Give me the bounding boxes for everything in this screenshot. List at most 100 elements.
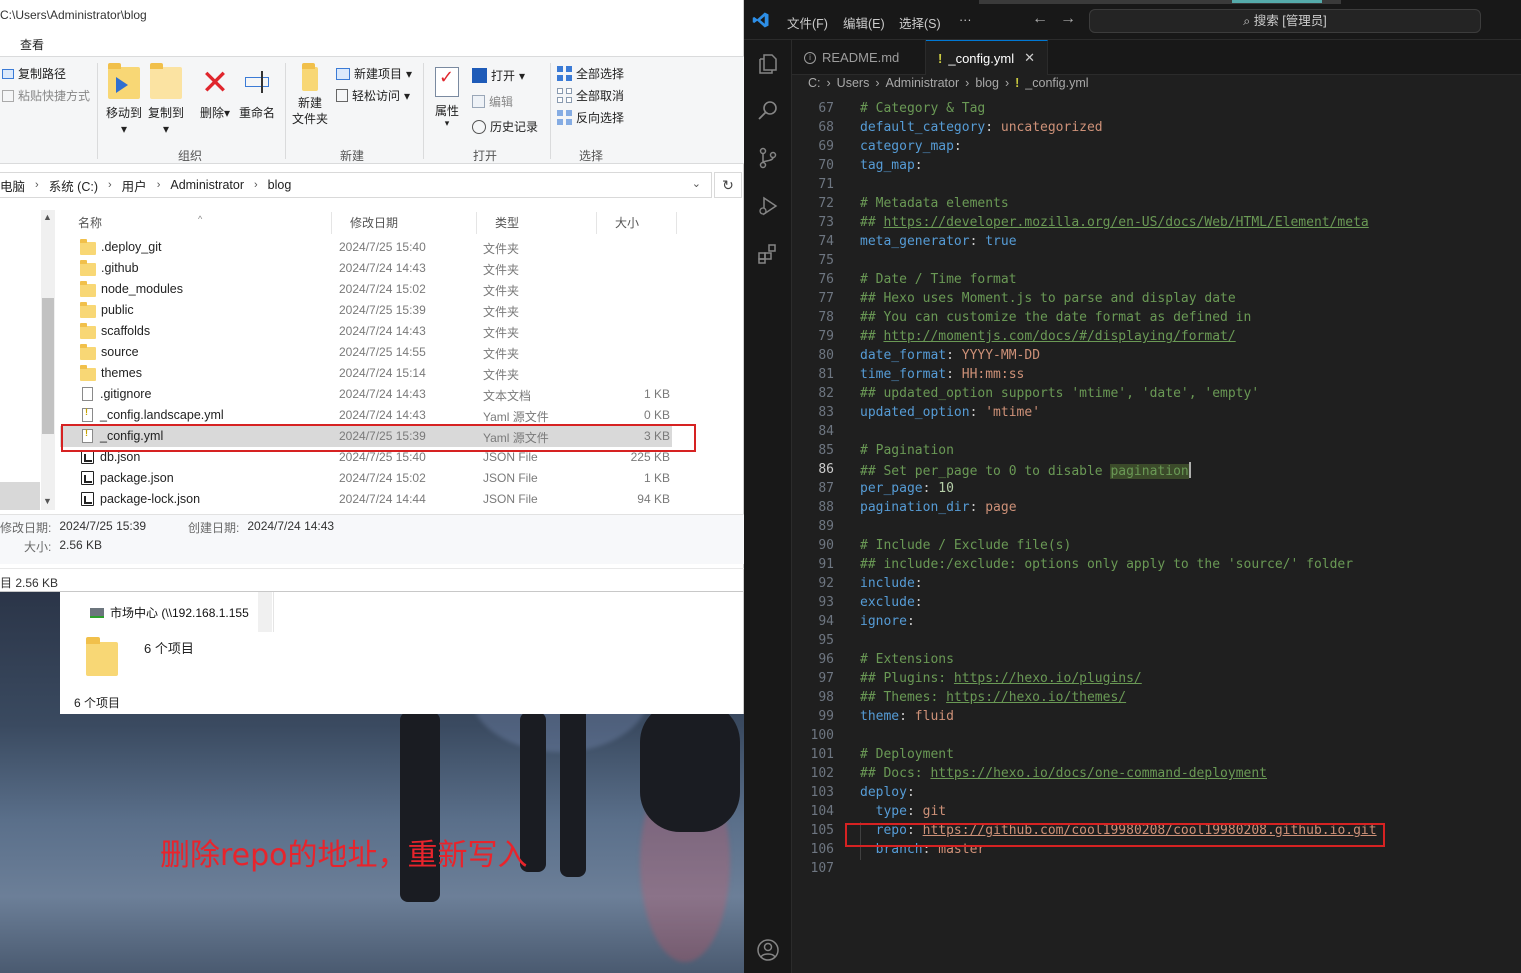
file-row[interactable]: .github 2024/7/24 14:43 文件夹 xyxy=(60,258,672,279)
code-line[interactable]: meta_generator: true xyxy=(860,234,1017,249)
code-line[interactable]: ## updated_option supports 'mtime', 'dat… xyxy=(860,386,1259,401)
select-all-button[interactable]: 全部选择 xyxy=(557,65,624,82)
code-line[interactable]: ## https://developer.mozilla.org/en-US/d… xyxy=(860,215,1369,230)
invert-selection-button[interactable]: 反向选择 xyxy=(557,109,624,126)
nav-scrollbar[interactable] xyxy=(258,592,272,632)
properties-button[interactable]: 属性 ▾ xyxy=(428,67,466,128)
scroll-up-icon[interactable]: ▲ xyxy=(43,212,52,222)
breadcrumb-item[interactable]: blog xyxy=(975,76,999,90)
explorer-files-icon[interactable] xyxy=(756,52,780,76)
code-line[interactable]: ignore: xyxy=(860,614,915,629)
file-row[interactable]: _config.landscape.yml 2024/7/24 14:43 Yaml… xyxy=(60,405,672,426)
account-icon[interactable] xyxy=(756,938,780,962)
breadcrumb-item[interactable]: _config.yml xyxy=(1025,76,1088,90)
menu-edit[interactable]: 编辑(E) xyxy=(843,13,885,32)
select-none-button[interactable]: 全部取消 xyxy=(557,87,624,104)
tab-config-yml[interactable]: ! _config.yml ✕ xyxy=(926,40,1048,75)
code-line[interactable]: deploy: xyxy=(860,785,915,800)
extensions-icon[interactable] xyxy=(756,242,780,266)
close-icon[interactable]: ✕ xyxy=(1024,50,1035,66)
code-line[interactable]: # Deployment xyxy=(860,747,954,762)
code-line[interactable]: # Date / Time format xyxy=(860,272,1017,287)
breadcrumb-item[interactable]: C: xyxy=(808,76,821,90)
breadcrumb-administrator[interactable]: Administrator xyxy=(170,178,244,192)
file-row[interactable]: themes 2024/7/24 15:14 文件夹 xyxy=(60,363,672,384)
code-line[interactable]: tag_map: xyxy=(860,158,923,173)
code-line[interactable]: date_format: YYYY-MM-DD xyxy=(860,348,1040,363)
code-line[interactable]: # Metadata elements xyxy=(860,196,1009,211)
open-button[interactable]: 打开 ▾ xyxy=(472,67,525,84)
delete-button[interactable]: ✕ 删除▾ xyxy=(196,66,234,121)
code-line[interactable]: category_map: xyxy=(860,139,962,154)
refresh-icon[interactable]: ↻ xyxy=(714,172,742,198)
easy-access-button[interactable]: 轻松访问 ▾ xyxy=(336,87,410,104)
code-line[interactable]: updated_option: 'mtime' xyxy=(860,405,1040,420)
breadcrumb-blog[interactable]: blog xyxy=(268,178,292,192)
nav-item-network-drive[interactable]: 市场中心 (\\192.168.1.155 xyxy=(90,604,249,621)
column-header-name[interactable]: 名称 ^ xyxy=(60,212,332,234)
address-bar[interactable]: 电脑 › 系统 (C:) › 用户 › Administrator › blog ⌄ xyxy=(0,172,712,198)
code-line[interactable]: include: xyxy=(860,576,923,591)
code-line[interactable]: type: git xyxy=(860,804,946,819)
code-line[interactable]: # Category & Tag xyxy=(860,101,985,116)
file-row[interactable]: source 2024/7/25 14:55 文件夹 xyxy=(60,342,672,363)
paste-shortcut-button[interactable]: 粘贴快捷方式 xyxy=(2,87,90,104)
code-line[interactable]: ## http://momentjs.com/docs/#/displaying… xyxy=(860,329,1236,344)
menu-more[interactable]: ··· xyxy=(959,13,972,27)
command-center-search[interactable]: ⌕ 搜索 [管理员] xyxy=(1089,9,1481,33)
source-control-icon[interactable] xyxy=(756,146,780,170)
nav-selected-item[interactable] xyxy=(0,482,40,510)
code-line[interactable]: ## Hexo uses Moment.js to parse and disp… xyxy=(860,291,1236,306)
new-item-button[interactable]: 新建项目 ▾ xyxy=(336,65,412,82)
new-folder-button[interactable]: 新建 文件夹 xyxy=(290,63,330,127)
menu-view[interactable]: 查看 xyxy=(20,36,44,53)
rename-button[interactable]: 重命名 xyxy=(236,67,278,121)
nav-scrollbar-thumb[interactable] xyxy=(42,298,54,434)
breadcrumb-drive[interactable]: 系统 (C:) xyxy=(49,176,98,195)
breadcrumb-item[interactable]: Users xyxy=(837,76,870,90)
arrow-left-icon[interactable]: ← xyxy=(1032,10,1048,28)
scroll-down-icon[interactable]: ▼ xyxy=(43,496,52,506)
search-icon[interactable] xyxy=(756,98,780,122)
file-row[interactable]: package-lock.json 2024/7/24 14:44 JSON Fil… xyxy=(60,489,672,510)
menu-selection[interactable]: 选择(S) xyxy=(899,13,941,32)
column-header-type[interactable]: 类型 xyxy=(477,212,597,234)
code-line[interactable]: # Extensions xyxy=(860,652,954,667)
code-line[interactable]: # Include / Exclude file(s) xyxy=(860,538,1071,553)
code-line[interactable]: ## include:/exclude: options only apply … xyxy=(860,557,1353,572)
file-row[interactable]: .deploy_git 2024/7/25 15:40 文件夹 xyxy=(60,237,672,258)
column-header-date[interactable]: 修改日期 xyxy=(332,212,477,234)
code-line[interactable]: ## Plugins: https://hexo.io/plugins/ xyxy=(860,671,1142,686)
code-editor[interactable]: 67 # Category & Tag 68 default_category: un… xyxy=(792,100,1521,880)
menu-file[interactable]: 文件(F) xyxy=(787,13,828,32)
code-line[interactable]: theme: fluid xyxy=(860,709,954,724)
code-line[interactable]: ## Set per_page to 0 to disable paginati… xyxy=(860,462,1191,479)
chevron-down-icon[interactable]: ⌄ xyxy=(692,177,701,190)
breadcrumb-pc[interactable]: 电脑 xyxy=(0,176,25,195)
file-row[interactable]: node_modules 2024/7/24 15:02 文件夹 xyxy=(60,279,672,300)
history-button[interactable]: 历史记录 xyxy=(472,118,538,135)
code-line[interactable]: # Pagination xyxy=(860,443,954,458)
file-row[interactable]: package.json 2024/7/24 15:02 JSON File 1 KB xyxy=(60,468,672,489)
arrow-right-icon[interactable]: → xyxy=(1060,10,1076,28)
column-header-size[interactable]: 大小 xyxy=(597,212,677,234)
code-line[interactable]: ## Docs: https://hexo.io/docs/one-comman… xyxy=(860,766,1267,781)
edit-button[interactable]: 编辑 xyxy=(472,93,513,110)
code-line[interactable]: per_page: 10 xyxy=(860,481,954,496)
tab-readme[interactable]: i README.md xyxy=(792,40,926,75)
code-line[interactable]: pagination_dir: page xyxy=(860,500,1017,515)
code-line[interactable]: time_format: HH:mm:ss xyxy=(860,367,1024,382)
code-line[interactable]: exclude: xyxy=(860,595,923,610)
breadcrumb-users[interactable]: 用户 xyxy=(122,176,147,195)
copy-to-button[interactable]: 复制到▾ xyxy=(146,63,186,137)
copy-path-button[interactable]: 复制路径 xyxy=(2,65,66,82)
file-row[interactable]: .gitignore 2024/7/24 14:43 文本文档 1 KB xyxy=(60,384,672,405)
breadcrumb-item[interactable]: Administrator xyxy=(886,76,960,90)
file-row[interactable]: scaffolds 2024/7/24 14:43 文件夹 xyxy=(60,321,672,342)
code-line[interactable]: ## Themes: https://hexo.io/themes/ xyxy=(860,690,1126,705)
code-line[interactable]: default_category: uncategorized xyxy=(860,120,1103,135)
code-line[interactable]: ## You can customize the date format as … xyxy=(860,310,1251,325)
run-debug-icon[interactable] xyxy=(756,194,780,218)
file-row[interactable]: public 2024/7/25 15:39 文件夹 xyxy=(60,300,672,321)
move-to-button[interactable]: 移动到▾ xyxy=(104,63,144,137)
